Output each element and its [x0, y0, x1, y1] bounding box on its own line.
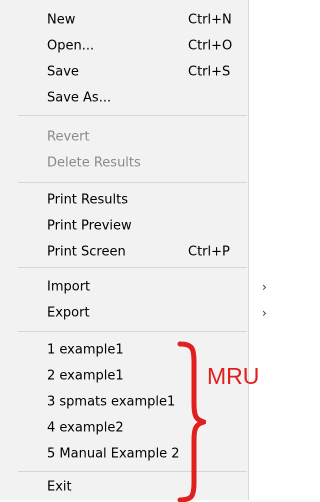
- menu-item-delete-results: Delete Results: [0, 150, 248, 176]
- menu-item-print-results[interactable]: Print Results: [0, 187, 248, 213]
- menu-item-label: New: [47, 12, 76, 28]
- menu-item-label: Delete Results: [47, 155, 141, 171]
- menu-separator: [18, 471, 247, 472]
- menu-item-label: Print Preview: [47, 218, 132, 234]
- menu-item-shortcut: Ctrl+N: [188, 12, 232, 28]
- chevron-right-icon: ›: [262, 280, 267, 294]
- menu-item-print-preview[interactable]: Print Preview: [0, 213, 248, 239]
- menu-item-label: Export: [47, 305, 90, 321]
- menu-separator: [18, 267, 247, 268]
- mru-item-5[interactable]: 5 Manual Example 2: [0, 441, 248, 467]
- menu-item-shortcut: Ctrl+P: [188, 244, 230, 260]
- menu-item-shortcut: Ctrl+S: [188, 64, 231, 80]
- menu-separator: [18, 182, 247, 183]
- menu-item-label: Revert: [47, 129, 90, 145]
- menu-item-save[interactable]: Save Ctrl+S: [0, 59, 248, 85]
- menu-item-label: Import: [47, 279, 91, 295]
- menu-item-save-as[interactable]: Save As...: [0, 85, 248, 111]
- menu-item-open[interactable]: Open... Ctrl+O: [0, 33, 248, 59]
- mru-item-label: 2 example1: [47, 368, 124, 384]
- menu-item-shortcut: Ctrl+O: [188, 38, 233, 54]
- menu-item-label: Exit: [47, 479, 72, 495]
- menu-item-new[interactable]: New Ctrl+N: [0, 7, 248, 33]
- mru-item-label: 4 example2: [47, 420, 124, 436]
- menu-item-print-screen[interactable]: Print Screen Ctrl+P: [0, 239, 248, 265]
- mru-item-label: 5 Manual Example 2: [47, 446, 180, 462]
- chevron-right-icon: ›: [262, 306, 267, 320]
- menu-item-label: Print Screen: [47, 244, 126, 260]
- file-menu: New Ctrl+N Open... Ctrl+O Save Ctrl+S Sa…: [0, 0, 249, 500]
- menu-item-label: Save As...: [47, 90, 112, 106]
- menu-separator: [18, 115, 247, 116]
- menu-item-exit[interactable]: Exit: [0, 474, 248, 500]
- menu-item-label: Save: [47, 64, 79, 80]
- menu-item-label: Open...: [47, 38, 95, 54]
- menu-separator: [18, 331, 247, 332]
- menu-item-revert: Revert: [0, 124, 248, 150]
- mru-item-label: 1 example1: [47, 342, 124, 358]
- curly-brace-icon: [177, 341, 206, 502]
- menu-item-label: Print Results: [47, 192, 128, 208]
- menu-item-import[interactable]: Import: [0, 274, 248, 300]
- mru-annotation-label: MRU: [207, 362, 260, 389]
- mru-item-4[interactable]: 4 example2: [0, 415, 248, 441]
- mru-item-label: 3 spmats example1: [47, 394, 176, 410]
- menu-item-export[interactable]: Export: [0, 300, 248, 326]
